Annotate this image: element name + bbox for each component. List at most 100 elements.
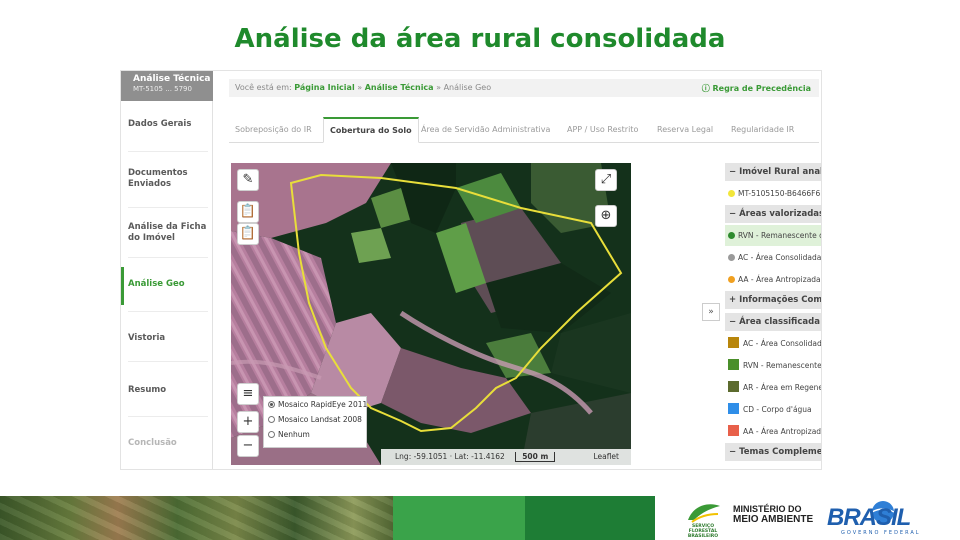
basemap-option-rapideye[interactable]: Mosaico RapidEye 2011 bbox=[268, 400, 367, 415]
layer-label: AC - Área Consolidada bbox=[743, 339, 822, 348]
breadcrumb-prefix: Você está em: bbox=[235, 83, 292, 92]
basemap-selector: Mosaico RapidEye 2011 Mosaico Landsat 20… bbox=[263, 396, 367, 448]
basemap-option-label: Mosaico RapidEye 2011 bbox=[278, 400, 368, 409]
minus-icon: − bbox=[242, 438, 254, 453]
sidebar-item-label: Vistoria bbox=[128, 333, 166, 343]
breadcrumb-link-home[interactable]: Página Inicial bbox=[294, 83, 354, 92]
tab-regularidade[interactable]: Regularidade IR bbox=[731, 117, 794, 143]
layer-color-dot bbox=[728, 276, 735, 283]
layer-color-swatch bbox=[728, 337, 739, 348]
sidebar-header-title: Análise Técnica bbox=[133, 74, 211, 84]
layer-label: MT-5105150-B6466F6EBEF5... bbox=[738, 189, 821, 198]
sidebar-item-documentos[interactable]: Documentos Enviados bbox=[121, 168, 213, 190]
satellite-map[interactable]: ✎ 📋 📋 ⤢ ⊕ ≡ + − Mosaico RapidEye 2011 Mo… bbox=[231, 163, 631, 465]
zoom-out-button[interactable]: − bbox=[237, 435, 259, 457]
collapse-icon: − bbox=[729, 209, 737, 219]
layer-group-area-classificada[interactable]: − Área classificada do CAR👁 bbox=[725, 313, 821, 331]
sidebar-divider bbox=[128, 361, 208, 362]
layer-label: RVN - Remanescente de Vege... bbox=[738, 231, 821, 240]
sidebar-item-vistoria[interactable]: Vistoria bbox=[121, 333, 213, 344]
footer-landscape-texture bbox=[0, 496, 393, 540]
leaf-icon bbox=[688, 504, 720, 523]
tab-bar: Sobreposição do IR Cobertura do Solo Áre… bbox=[229, 117, 819, 143]
layer-label: CD - Corpo d'água bbox=[743, 405, 812, 414]
layer-row[interactable]: AA - Área Antropizada não Con...👁 bbox=[725, 421, 821, 442]
layer-color-swatch bbox=[728, 403, 739, 414]
clipboard-button[interactable]: 📋 bbox=[237, 223, 259, 245]
basemap-option-landsat[interactable]: Mosaico Landsat 2008 bbox=[268, 415, 362, 430]
breadcrumb: Você está em: Página Inicial » Análise T… bbox=[229, 79, 819, 97]
double-chevron-icon: » bbox=[708, 307, 714, 317]
sidebar-header: Análise Técnica MT-5105 ... 5790 bbox=[121, 71, 213, 101]
rule-link[interactable]: ⓘ Regra de Precedência bbox=[702, 83, 811, 94]
clipboard-check-button[interactable]: 📋 bbox=[237, 201, 259, 223]
slide-title: Análise da área rural consolidada bbox=[234, 24, 726, 54]
sidebar-item-analise-ficha[interactable]: Análise da Ficha do Imóvel bbox=[121, 222, 213, 244]
collapse-panel-button[interactable]: » bbox=[702, 303, 720, 321]
clipboard-icon: 📋 bbox=[239, 226, 257, 241]
scale-bar: 500 m bbox=[515, 452, 556, 462]
sidebar-divider bbox=[128, 311, 208, 312]
tab-sobreposicao[interactable]: Sobreposição do IR bbox=[235, 117, 312, 143]
slide: Análise da área rural consolidada Anális… bbox=[0, 0, 960, 540]
sidebar-item-dados-gerais[interactable]: Dados Gerais bbox=[121, 119, 213, 130]
sidebar-divider bbox=[128, 416, 208, 417]
zoom-in-button[interactable]: + bbox=[237, 411, 259, 433]
sidebar-header-subtitle: MT-5105 ... 5790 bbox=[133, 85, 192, 93]
layer-group-informacoes[interactable]: + Informações Complementares bbox=[725, 291, 822, 309]
crosshair-icon: ⊕ bbox=[600, 208, 612, 223]
sidebar-item-analise-geo[interactable]: Análise Geo bbox=[121, 267, 213, 305]
layer-group-title: Áreas valorizadas pelo cadast... bbox=[739, 209, 822, 219]
mma-line-2: MEIO AMBIENTE bbox=[733, 514, 814, 525]
footer-green-block bbox=[393, 496, 525, 540]
tab-app-uso-restrito[interactable]: APP / Uso Restrito bbox=[567, 117, 638, 143]
tab-reserva-legal[interactable]: Reserva Legal bbox=[657, 117, 713, 143]
collapse-icon: − bbox=[729, 167, 737, 177]
layers-panel: − Imóvel Rural analisado👁 MT-5105150-B64… bbox=[725, 163, 822, 465]
fullscreen-button[interactable]: ⤢ bbox=[595, 169, 617, 191]
basemap-layers-button[interactable]: ≡ bbox=[237, 383, 259, 405]
layer-group-title: Imóvel Rural analisado bbox=[739, 167, 822, 177]
basemap-option-nenhum[interactable]: Nenhum bbox=[268, 430, 362, 445]
breadcrumb-link-analise-tecnica[interactable]: Análise Técnica bbox=[365, 83, 434, 92]
tab-cobertura-solo[interactable]: Cobertura do Solo bbox=[323, 117, 419, 143]
layer-row[interactable]: CD - Corpo d'água👁 bbox=[725, 399, 821, 420]
layer-color-dot bbox=[728, 254, 735, 261]
collapse-icon: − bbox=[729, 447, 737, 457]
layer-color-swatch bbox=[728, 359, 739, 370]
draw-edit-button[interactable]: ✎ bbox=[237, 169, 259, 191]
sidebar-item-label: Enviados bbox=[128, 179, 172, 189]
layer-row[interactable]: MT-5105150-B6466F6EBEF5...👁 bbox=[725, 183, 821, 204]
layer-row[interactable]: AA - Área Antropizada não Co...👁 bbox=[725, 269, 821, 290]
sidebar-item-label: Resumo bbox=[128, 385, 167, 395]
stack-icon: ≡ bbox=[242, 386, 254, 401]
layer-row[interactable]: AC - Área Consolidada👁 bbox=[725, 247, 821, 268]
layer-row[interactable]: AR - Área em Regeneração👁 bbox=[725, 377, 821, 398]
sidebar-item-label: Conclusão bbox=[128, 438, 177, 448]
layer-row[interactable]: RVN - Remanescente de Vege...👁 bbox=[725, 355, 822, 376]
tab-servidao[interactable]: Área de Servidão Administrativa bbox=[421, 117, 550, 143]
layer-group-imovel[interactable]: − Imóvel Rural analisado👁 bbox=[725, 163, 822, 181]
radio-icon bbox=[268, 431, 275, 438]
main-content: Você está em: Página Inicial » Análise T… bbox=[213, 71, 822, 469]
layer-color-swatch bbox=[728, 425, 739, 436]
sidebar-item-resumo[interactable]: Resumo bbox=[121, 385, 213, 396]
map-attribution[interactable]: Leaflet bbox=[593, 452, 619, 461]
layer-group-title: Área classificada do CAR bbox=[739, 317, 821, 327]
servico-florestal-text: SERVIÇO FLORESTAL BRASILEIRO bbox=[687, 524, 719, 539]
layer-label: RVN - Remanescente de Vege... bbox=[743, 361, 822, 370]
layer-group-temas[interactable]: − Temas Complementares👁 bbox=[725, 443, 821, 461]
sidebar: Análise Técnica MT-5105 ... 5790 Dados G… bbox=[121, 71, 213, 469]
layer-group-title: Informações Complementares bbox=[739, 295, 822, 305]
sidebar-item-label: do Imóvel bbox=[128, 233, 175, 243]
collapse-icon: − bbox=[729, 317, 737, 327]
layer-group-areas-valorizadas[interactable]: − Áreas valorizadas pelo cadast...👁 bbox=[725, 205, 822, 223]
sidebar-item-label: Documentos bbox=[128, 168, 188, 178]
locate-button[interactable]: ⊕ bbox=[595, 205, 617, 227]
layer-row[interactable]: AC - Área Consolidada👁 bbox=[725, 333, 822, 354]
app-window: Análise Técnica MT-5105 ... 5790 Dados G… bbox=[120, 70, 822, 470]
mma-line-1: MINISTÉRIO DO bbox=[733, 504, 802, 514]
layer-label: AA - Área Antropizada não Co... bbox=[738, 275, 821, 284]
layer-row[interactable]: RVN - Remanescente de Vege...👁 bbox=[725, 225, 821, 246]
map-status-bar: Lng: -59.1051 · Lat: -11.4162 500 m Leaf… bbox=[381, 449, 631, 465]
